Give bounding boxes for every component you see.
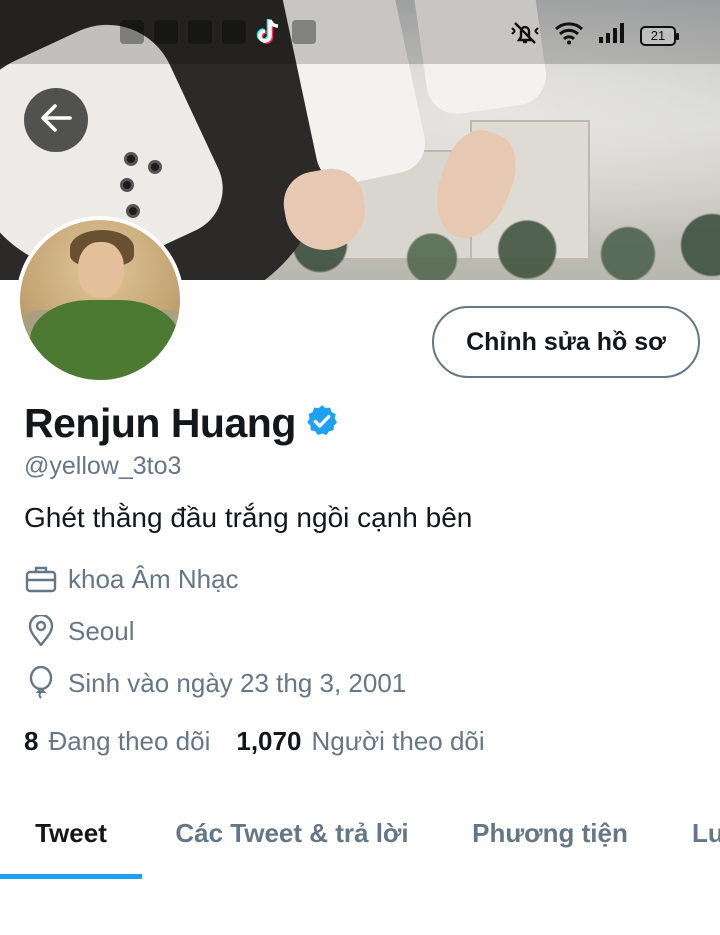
banner-lace-hole [124,152,138,166]
banner-lace-hole [148,160,162,174]
battery-icon: 21 [640,25,679,46]
profile-birthday: Sinh vào ngày 23 thg 3, 2001 [24,666,406,700]
signal-icon [598,22,626,49]
tab-tweets-and-replies[interactable]: Các Tweet & trả lời [150,790,434,876]
tab-media[interactable]: Phương tiện [452,790,648,876]
avatar-shirt [30,300,180,380]
briefcase-icon [24,562,58,596]
status-bar-notifications [120,18,316,46]
tiktok-icon [256,18,282,46]
banner-lace-hole [120,178,134,192]
wifi-icon [554,21,584,50]
tab-likes[interactable]: Lu [670,790,720,876]
profile-location-text: Seoul [68,615,135,646]
profile-name-row: Renjun Huang [24,400,340,447]
notification-icon [292,20,316,44]
profile-birthday-text: Sinh vào ngày 23 thg 3, 2001 [68,667,407,698]
tab-tweets[interactable]: Tweet [0,790,142,876]
notification-icon [222,20,246,44]
location-pin-icon [24,614,58,648]
profile-work-text: khoa Âm Nhạc [68,563,239,594]
profile-avatar[interactable] [16,216,184,384]
followers-count: 1,070 [236,726,302,756]
profile-name: Renjun Huang [24,400,296,446]
profile-location: Seoul [24,614,135,648]
notification-icon [154,20,178,44]
mute-icon [510,20,540,51]
following-link[interactable]: 8 Đang theo dõi [24,726,210,757]
arrow-left-icon [39,103,73,138]
followers-label: Người theo dõi [311,726,485,756]
follow-stats: 8 Đang theo dõi 1,070 Người theo dõi [24,726,511,757]
edit-profile-button[interactable]: Chỉnh sửa hồ sơ [432,306,700,378]
status-bar-system: 21 [510,20,679,51]
profile-bio: Ghét thằng đầu trắng ngồi cạnh bên [24,502,473,533]
notification-icon [120,20,144,44]
avatar-face [78,242,124,298]
balloon-icon [24,666,58,700]
followers-link[interactable]: 1,070 Người theo dõi [236,726,484,757]
notification-icon [188,20,212,44]
profile-handle: @yellow_3to3 [24,452,182,480]
status-bar: 21 [0,0,720,64]
following-count: 8 [24,726,39,756]
profile-tabs: Tweet Các Tweet & trả lời Phương tiện Lu [0,790,720,880]
banner-lace-hole [126,204,140,218]
active-tab-indicator [0,874,142,879]
following-label: Đang theo dõi [48,726,211,756]
profile-work: khoa Âm Nhạc [24,562,239,596]
back-button[interactable] [24,88,88,152]
verified-badge-icon [304,403,340,444]
